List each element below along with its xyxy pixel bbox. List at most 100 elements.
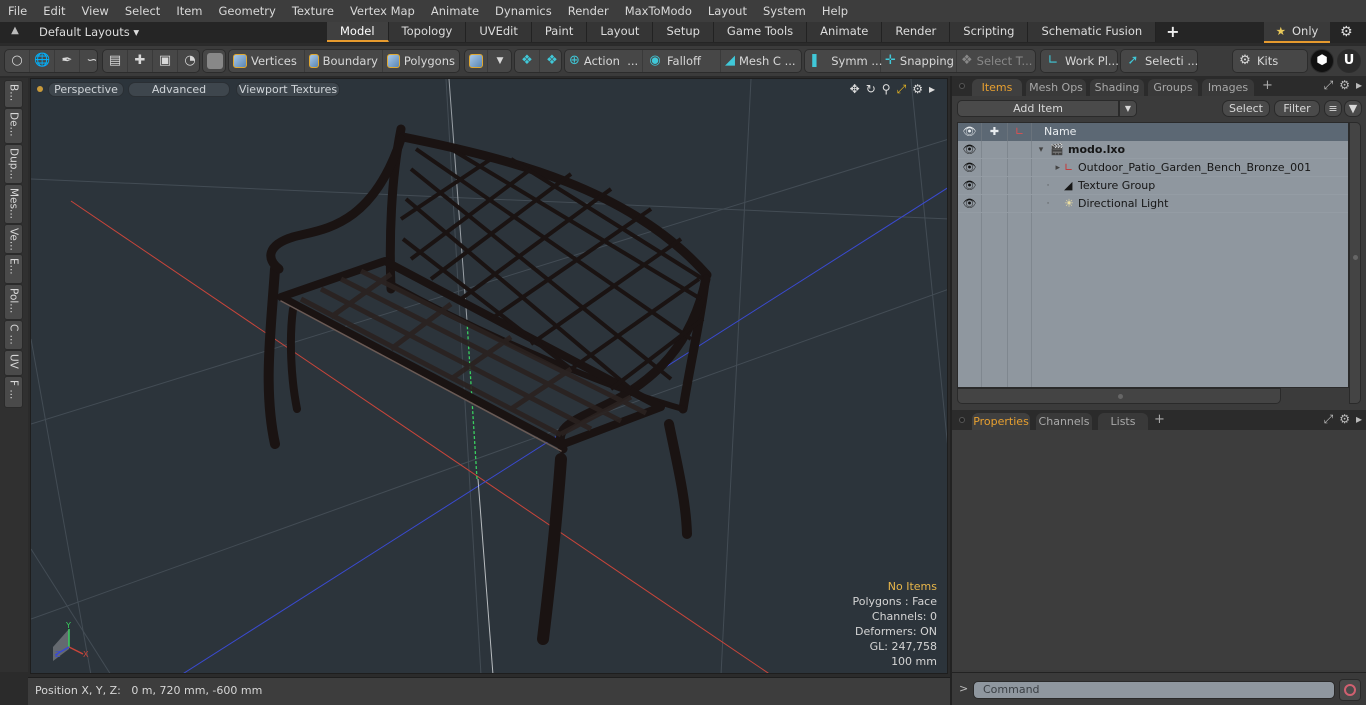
select-button[interactable]: Select — [1222, 100, 1270, 117]
add-panel-tab-button[interactable]: + — [1262, 78, 1273, 93]
menu-vertex-map[interactable]: Vertex Map — [342, 0, 423, 22]
left-tab-polygon[interactable]: Pol... — [4, 284, 23, 320]
menu-render[interactable]: Render — [560, 0, 617, 22]
dial-tool-button[interactable]: ◔ — [178, 50, 202, 72]
scroll-handle[interactable] — [1118, 394, 1123, 399]
left-tab-curve[interactable]: C ... — [4, 320, 23, 350]
layouts-dropdown[interactable]: Default Layouts ▾ — [39, 22, 139, 43]
uv-cross-button[interactable]: ✚ — [128, 50, 153, 72]
scroll-handle[interactable] — [1353, 255, 1358, 260]
item-list-horizontal-scrollbar[interactable] — [957, 388, 1281, 404]
item-mode-button[interactable] — [203, 50, 227, 72]
menu-item[interactable]: Item — [168, 0, 210, 22]
material-mode-button[interactable] — [465, 50, 488, 72]
add-tab-button[interactable]: + — [1156, 22, 1189, 43]
tab-channels[interactable]: Channels — [1036, 413, 1092, 430]
gear-icon[interactable]: ⚙ — [1340, 24, 1353, 40]
viewport-options-dot[interactable] — [37, 86, 43, 92]
filter-funnel-button[interactable]: ▼ — [1344, 100, 1362, 117]
menu-file[interactable]: File — [0, 0, 35, 22]
center-button[interactable]: ❖ — [540, 50, 564, 72]
tab-schematic-fusion[interactable]: Schematic Fusion — [1028, 22, 1157, 42]
tab-scripting[interactable]: Scripting — [950, 22, 1029, 42]
left-tab-duplicate[interactable]: Dup... — [4, 144, 23, 184]
expand-icon[interactable]: ⤢ — [1324, 412, 1334, 427]
falloff-button[interactable]: ◉ Falloff — [643, 50, 721, 72]
axis-column-icon[interactable]: ∟ — [1008, 123, 1032, 141]
mesh-constraint-button[interactable]: ◢ Mesh C ... — [721, 50, 799, 72]
menu-dynamics[interactable]: Dynamics — [487, 0, 560, 22]
record-macro-button[interactable] — [1339, 679, 1361, 701]
list-item[interactable]: 👁 · ☀ Directional Light — [958, 195, 1348, 213]
menu-view[interactable]: View — [74, 0, 117, 22]
boundary-mode-button[interactable]: Boundary — [305, 50, 383, 72]
tab-groups[interactable]: Groups — [1148, 79, 1198, 96]
tab-mesh-ops[interactable]: Mesh Ops — [1026, 79, 1086, 96]
add-panel-tab-button[interactable]: + — [1154, 412, 1165, 427]
panel-arrow-icon[interactable]: ▸ — [1356, 412, 1362, 427]
bezier-tool-button[interactable]: ∽ — [80, 50, 104, 72]
visibility-eye-icon[interactable]: 👁 — [958, 159, 982, 176]
modo-logo-button[interactable]: ⬢ — [1310, 49, 1334, 73]
expand-icon[interactable]: ⤢ — [1324, 78, 1334, 93]
menu-help[interactable]: Help — [814, 0, 856, 22]
tab-topology[interactable]: Topology — [388, 22, 467, 42]
tab-setup[interactable]: Setup — [653, 22, 714, 42]
align-tool-button[interactable]: ▤ — [103, 50, 128, 72]
menu-texture[interactable]: Texture — [284, 0, 342, 22]
tab-items[interactable]: Items — [972, 79, 1022, 96]
command-input[interactable]: Command — [973, 681, 1335, 699]
tab-uvedit[interactable]: UVEdit — [466, 22, 532, 42]
viewport-menu-arrow-icon[interactable]: ▸ — [929, 82, 935, 97]
name-column-header[interactable]: Name — [1032, 123, 1348, 141]
only-toggle[interactable]: ★ Only — [1264, 22, 1330, 43]
menu-edit[interactable]: Edit — [35, 0, 73, 22]
3d-viewport[interactable]: Y X Z Perspective Advanced Viewport Text… — [30, 78, 948, 674]
tab-animate[interactable]: Animate — [807, 22, 883, 42]
panel-options-dot[interactable] — [959, 417, 965, 423]
visibility-eye-icon[interactable]: 👁 — [958, 177, 982, 194]
left-tab-vertex[interactable]: Ve... — [4, 224, 23, 254]
menu-layout[interactable]: Layout — [700, 0, 755, 22]
menu-maxtomodo[interactable]: MaxToModo — [617, 0, 700, 22]
shading-button[interactable]: Advanced — [128, 82, 230, 97]
left-tab-mesh-edit[interactable]: Mes... — [4, 184, 23, 224]
material-dropdown[interactable]: ▼ — [488, 50, 512, 72]
menu-system[interactable]: System — [755, 0, 814, 22]
tab-shading[interactable]: Shading — [1090, 79, 1144, 96]
menu-select[interactable]: Select — [117, 0, 168, 22]
add-item-dropdown[interactable]: ▼ — [1119, 100, 1137, 117]
add-item-button[interactable]: Add Item — [957, 100, 1119, 117]
maximize-icon[interactable]: ⤢ — [897, 82, 907, 97]
menu-geometry[interactable]: Geometry — [211, 0, 284, 22]
pan-icon[interactable]: ✥ — [850, 82, 860, 97]
action-center-button[interactable]: ⊕ Action ... — [565, 50, 643, 72]
lock-column-icon[interactable]: ✚ — [982, 123, 1008, 141]
tab-render[interactable]: Render — [882, 22, 951, 42]
panel-arrow-icon[interactable]: ▸ — [1356, 78, 1362, 93]
left-tab-uv[interactable]: UV — [4, 350, 23, 376]
tab-game-tools[interactable]: Game Tools — [713, 22, 808, 42]
snapping-button[interactable]: ✛ Snapping — [881, 50, 957, 72]
list-item[interactable]: 👁 · ◢ Texture Group — [958, 177, 1348, 195]
left-tab-edge[interactable]: E... — [4, 254, 23, 284]
viewport-gear-icon[interactable]: ⚙ — [912, 82, 923, 97]
sphere-tool-button[interactable]: ○ — [5, 50, 30, 72]
tab-model[interactable]: Model — [327, 22, 389, 42]
list-item[interactable]: 👁 ▾ 🎬 modo.lxo — [958, 141, 1348, 159]
left-tab-fusion[interactable]: F ... — [4, 376, 23, 408]
vertices-mode-button[interactable]: Vertices — [229, 50, 305, 72]
visibility-eye-icon[interactable]: 👁 — [958, 141, 982, 158]
panel-gear-icon[interactable]: ⚙ — [1339, 412, 1350, 427]
tab-paint[interactable]: Paint — [531, 22, 588, 42]
perspective-button[interactable]: Perspective — [48, 82, 124, 97]
selection-sets-button[interactable]: ➚ Selecti ... — [1121, 50, 1202, 72]
workplane-button[interactable]: ∟ Work Pl... — [1041, 50, 1123, 72]
globe-tool-button[interactable]: 🌐 — [30, 50, 55, 72]
collapse-arrow-icon[interactable]: ▾ — [1032, 141, 1050, 159]
list-item[interactable]: 👁 ▸ ∟ Outdoor_Patio_Garden_Bench_Bronze_… — [958, 159, 1348, 177]
viewport-textures-button[interactable]: Viewport Textures — [236, 82, 340, 97]
left-tab-deform[interactable]: De... — [4, 108, 23, 144]
kits-button[interactable]: ⚙ Kits — [1233, 50, 1282, 72]
tab-images[interactable]: Images — [1202, 79, 1254, 96]
